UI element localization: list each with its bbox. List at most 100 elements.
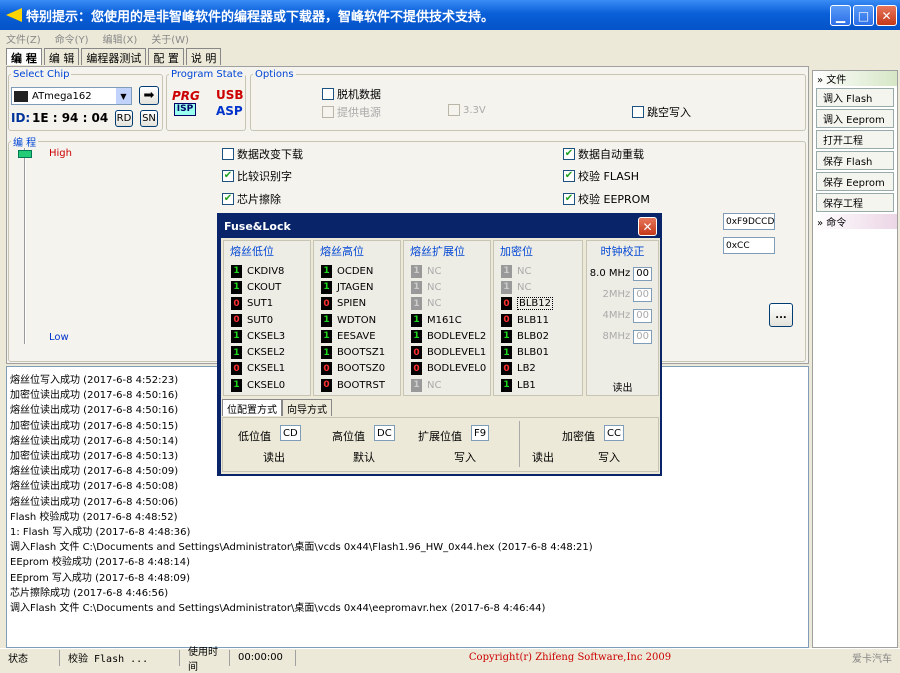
v33-checkbox[interactable]: 3.3V <box>448 104 486 116</box>
lock-value-field[interactable]: CC <box>604 425 624 441</box>
open-project-button[interactable]: 打开工程 <box>816 130 894 149</box>
fuse-bit-value[interactable]: 0 <box>411 362 422 376</box>
more-button[interactable]: ... <box>769 303 793 327</box>
fuse-bit-row[interactable]: 0 SUT0 <box>224 312 310 328</box>
load-eeprom-button[interactable]: 调入 Eeprom <box>816 109 894 128</box>
fuse-bit-value[interactable]: 1 <box>501 280 512 294</box>
fuse-bit-value[interactable]: 1 <box>321 329 332 343</box>
fuse-bit-row[interactable]: 0 SPIEN <box>314 296 400 312</box>
fuse-bit-row[interactable]: 1 OCDEN <box>314 263 400 279</box>
fuse-bit-value[interactable]: 1 <box>231 378 242 392</box>
fuse-bit-value[interactable]: 1 <box>231 329 242 343</box>
offline-data-checkbox[interactable]: 脱机数据 <box>322 86 381 102</box>
tab-program[interactable]: 编 程 <box>6 48 42 65</box>
fuse-bit-row[interactable]: 1 M161C <box>404 312 490 328</box>
fuse-bit-row[interactable]: 1 NC <box>404 279 490 295</box>
low-value-field[interactable]: CD <box>280 425 301 441</box>
default-fuse-button[interactable]: 默认 <box>353 449 375 465</box>
fuse-bit-value[interactable]: 1 <box>231 264 242 278</box>
fuse-bit-value[interactable]: 1 <box>321 313 332 327</box>
fuse-bit-value[interactable]: 1 <box>501 329 512 343</box>
fuse-bit-value[interactable]: 0 <box>321 297 332 311</box>
fuse-bit-row[interactable]: 1 NC <box>404 377 490 393</box>
tab-help[interactable]: 说 明 <box>185 48 222 65</box>
close-button[interactable]: ✕ <box>876 5 897 26</box>
fuse-bit-value[interactable]: 1 <box>321 280 332 294</box>
check-icon[interactable]: ✔ <box>563 170 575 182</box>
write-lock-button[interactable]: 写入 <box>598 449 620 465</box>
skip-blank-checkbox[interactable]: 跳空写入 <box>632 104 691 120</box>
fuse-bit-row[interactable]: 1 BODLEVEL2 <box>404 328 490 344</box>
check-icon[interactable]: ✔ <box>222 170 234 182</box>
tab-edit[interactable]: 编 辑 <box>43 48 80 65</box>
menu-about[interactable]: 关于(W) <box>151 31 189 46</box>
fuse-bit-value[interactable]: 1 <box>501 378 512 392</box>
fuse-bit-row[interactable]: 1 CKSEL3 <box>224 328 310 344</box>
fuse-bit-value[interactable]: 1 <box>501 264 512 278</box>
checkbox-box[interactable] <box>322 106 334 118</box>
clock-value-field[interactable]: 00 <box>633 308 652 323</box>
ext-value-field[interactable]: F9 <box>471 425 490 441</box>
clock-value-field[interactable]: 00 <box>633 329 652 344</box>
serial-button[interactable]: SN <box>140 110 158 127</box>
checkbox-box[interactable] <box>632 106 644 118</box>
high-value-field[interactable]: DC <box>374 425 395 441</box>
fuse-bit-value[interactable]: 0 <box>501 362 512 376</box>
load-flash-button[interactable]: 调入 Flash <box>816 88 894 107</box>
fuse-bit-row[interactable]: 0 CKSEL1 <box>224 361 310 377</box>
file-section-header[interactable]: » 文件 <box>813 71 897 86</box>
clock-read-button[interactable]: 读出 <box>587 379 658 394</box>
supply-power-checkbox[interactable]: 提供电源 <box>322 104 381 120</box>
fuse-bit-row[interactable]: 1 CKSEL0 <box>224 377 310 393</box>
fuse-bit-row[interactable]: 1 NC <box>404 263 490 279</box>
fuse-bit-row[interactable]: 0 SUT1 <box>224 296 310 312</box>
fuse-bit-row[interactable]: 0 BODLEVEL0 <box>404 361 490 377</box>
fuse-bit-row[interactable]: 1 CKSEL2 <box>224 344 310 360</box>
fuse-bit-value[interactable]: 1 <box>411 264 422 278</box>
chip-erase-checkbox[interactable]: ✔ 芯片擦除 <box>222 191 281 207</box>
clock-value-field[interactable]: 00 <box>633 266 652 281</box>
verify-eeprom-checkbox[interactable]: ✔ 校验 EEPROM <box>563 191 650 207</box>
fuse-bit-row[interactable]: 1 JTAGEN <box>314 279 400 295</box>
fuse-bit-value[interactable]: 0 <box>231 297 242 311</box>
minimize-button[interactable]: ▁ <box>830 5 851 26</box>
speed-slider-track[interactable] <box>24 148 26 344</box>
fuse-bit-row[interactable]: 1 NC <box>404 296 490 312</box>
fuse-bit-value[interactable]: 1 <box>411 378 422 392</box>
write-fuse-button[interactable]: 写入 <box>454 449 476 465</box>
check-icon[interactable]: ✔ <box>222 193 234 205</box>
fuse-hex-field[interactable]: 0xF9DCCD <box>723 213 775 230</box>
fuse-bit-row[interactable]: 1 WDTON <box>314 312 400 328</box>
clock-value-field[interactable]: 00 <box>633 287 652 302</box>
command-section-header[interactable]: » 命令 <box>813 214 897 229</box>
fuse-bit-row[interactable]: 1 NC <box>494 279 582 295</box>
chevron-down-icon[interactable]: ▼ <box>116 88 131 104</box>
fuse-bit-row[interactable]: 0 BLB11 <box>494 312 582 328</box>
speed-slider-thumb[interactable] <box>18 150 32 158</box>
read-lock-button[interactable]: 读出 <box>532 449 554 465</box>
fuse-bit-value[interactable]: 1 <box>321 264 332 278</box>
fuse-bit-value[interactable]: 0 <box>501 297 512 311</box>
fuse-bit-value[interactable]: 0 <box>231 313 242 327</box>
checkbox-box[interactable] <box>222 148 234 160</box>
fuse-bit-value[interactable]: 1 <box>321 346 332 360</box>
read-id-button[interactable]: RD <box>115 110 133 127</box>
fuse-bit-value[interactable]: 0 <box>231 362 242 376</box>
menu-edit[interactable]: 编辑(X) <box>103 31 138 46</box>
fuse-bit-value[interactable]: 0 <box>411 346 422 360</box>
go-arrow-button[interactable]: ➡ <box>139 86 159 105</box>
fuse-bit-value[interactable]: 1 <box>231 346 242 360</box>
fuse-bit-row[interactable]: 0 BODLEVEL1 <box>404 344 490 360</box>
fuse-bit-row[interactable]: 1 BOOTSZ1 <box>314 344 400 360</box>
menu-file[interactable]: 文件(Z) <box>6 31 41 46</box>
fuse-bit-row[interactable]: 0 BOOTRST <box>314 377 400 393</box>
fuse-bit-value[interactable]: 1 <box>411 329 422 343</box>
fuse-bit-row[interactable]: 1 EESAVE <box>314 328 400 344</box>
compare-signature-checkbox[interactable]: ✔ 比较识别字 <box>222 168 292 184</box>
fuse-bit-value[interactable]: 0 <box>321 362 332 376</box>
fuse-bit-row[interactable]: 1 LB1 <box>494 377 582 393</box>
fuse-bit-row[interactable]: 0 BLB12 <box>494 296 582 312</box>
check-icon[interactable]: ✔ <box>563 148 575 160</box>
fuse-bit-value[interactable]: 1 <box>231 280 242 294</box>
checkbox-box[interactable] <box>448 104 460 116</box>
